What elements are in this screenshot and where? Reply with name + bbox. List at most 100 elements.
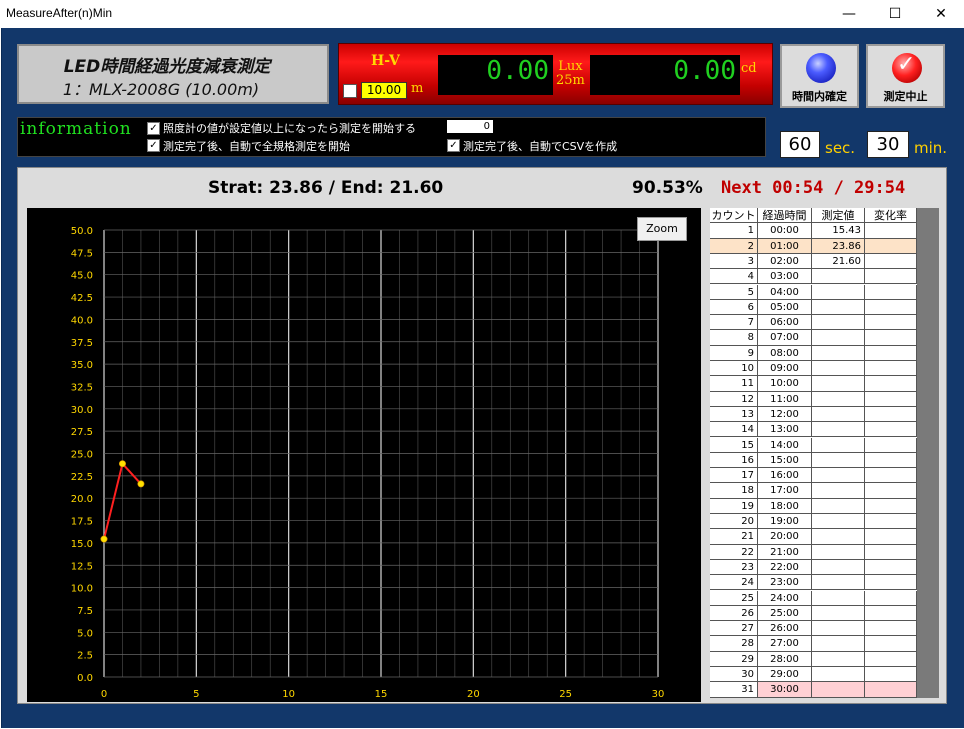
duration-minutes-input[interactable]: 30 xyxy=(867,131,909,158)
zoom-button[interactable]: Zoom xyxy=(637,217,687,241)
hv-label: H-V xyxy=(371,53,400,69)
table-cell: 22:00 xyxy=(758,559,812,576)
y-tick-label: 0.0 xyxy=(77,673,93,684)
table-cell xyxy=(812,406,865,423)
table-cell: 4 xyxy=(710,269,758,285)
table-cell xyxy=(812,452,865,469)
y-tick-label: 20.0 xyxy=(71,494,93,505)
x-tick-label: 15 xyxy=(375,689,388,700)
table-cell: 3 xyxy=(710,253,758,270)
minimize-button[interactable]: — xyxy=(826,0,872,28)
table-cell xyxy=(865,391,917,407)
table-cell xyxy=(812,468,865,484)
table-cell xyxy=(865,223,917,239)
interval-seconds-input[interactable]: 60 xyxy=(780,131,820,158)
table-cell xyxy=(812,361,865,377)
table-cell xyxy=(812,544,865,560)
red-check-icon: ✓ xyxy=(892,52,922,83)
table-cell: 21 xyxy=(710,529,758,545)
data-point xyxy=(100,535,108,543)
lux-value: 0.00 xyxy=(486,56,549,86)
table-cell xyxy=(812,651,865,667)
table-cell xyxy=(812,437,865,453)
table-cell xyxy=(865,468,917,484)
table-cell xyxy=(865,253,917,270)
table-cell xyxy=(865,376,917,392)
table-cell xyxy=(812,636,865,652)
table-cell: 25 xyxy=(710,590,758,606)
table-cell xyxy=(865,544,917,560)
table-cell xyxy=(812,498,865,514)
cd-unit: cd xyxy=(741,61,757,76)
confirm-in-time-button[interactable]: 時間内確定 xyxy=(780,44,859,108)
table-cell: 27:00 xyxy=(758,636,812,652)
table-cell xyxy=(865,299,917,316)
table-cell xyxy=(865,345,917,361)
hv-checkbox[interactable] xyxy=(343,84,357,98)
table-cell: 19 xyxy=(710,498,758,514)
minutes-unit: min. xyxy=(914,139,948,157)
x-tick-label: 20 xyxy=(467,689,480,700)
x-tick-label: 5 xyxy=(193,689,199,700)
table-cell xyxy=(812,299,865,316)
stop-button-label: 測定中止 xyxy=(883,90,928,103)
table-cell: 25:00 xyxy=(758,605,812,622)
table-cell: 29:00 xyxy=(758,667,812,683)
table-cell: 29 xyxy=(710,651,758,667)
stop-measurement-button[interactable]: ✓ 測定中止 xyxy=(866,44,945,108)
table-cell xyxy=(865,514,917,530)
x-tick-label: 0 xyxy=(101,689,107,700)
table-cell xyxy=(865,238,917,254)
table-header-2: 測定値 xyxy=(812,208,865,224)
maximize-button[interactable]: ☐ xyxy=(872,0,918,28)
table-cell: 15:00 xyxy=(758,452,812,469)
table-cell: 10:00 xyxy=(758,376,812,392)
option-auto-full-measure-checkbox[interactable]: ✓ xyxy=(147,139,160,152)
table-cell xyxy=(812,269,865,285)
table-cell: 18:00 xyxy=(758,498,812,514)
table-cell: 23.86 xyxy=(812,238,865,254)
option-start-threshold-checkbox[interactable]: ✓ xyxy=(147,122,160,135)
table-cell: 13 xyxy=(710,406,758,423)
distance-input[interactable]: 10.00 xyxy=(361,82,407,99)
table-cell: 21.60 xyxy=(812,253,865,270)
lux-display: 0.00 xyxy=(438,55,553,95)
table-cell xyxy=(812,682,865,698)
table-cell: 20:00 xyxy=(758,529,812,545)
table-header-0: カウント xyxy=(710,208,758,224)
close-button[interactable]: ✕ xyxy=(918,0,964,28)
y-tick-label: 32.5 xyxy=(71,382,93,393)
table-cell: 8 xyxy=(710,330,758,346)
table-cell xyxy=(812,345,865,361)
table-header-1: 経過時間 xyxy=(758,208,812,224)
y-tick-label: 2.5 xyxy=(77,651,93,662)
window-title-bar: MeasureAfter(n)Min — ☐ ✕ xyxy=(0,0,964,28)
table-scroll-area xyxy=(917,208,939,698)
table-cell: 07:00 xyxy=(758,330,812,346)
y-tick-label: 30.0 xyxy=(71,405,93,416)
table-cell: 11:00 xyxy=(758,391,812,407)
threshold-input[interactable]: 0 xyxy=(447,120,493,133)
table-cell: 06:00 xyxy=(758,315,812,331)
table-cell: 15 xyxy=(710,437,758,453)
title-line-2: 1：MLX-2008G (10.00m) xyxy=(62,80,260,99)
table-cell xyxy=(812,590,865,606)
table-cell: 7 xyxy=(710,315,758,331)
table-cell: 18 xyxy=(710,483,758,499)
table-cell: 04:00 xyxy=(758,284,812,300)
table-cell xyxy=(865,284,917,300)
y-tick-label: 37.5 xyxy=(71,338,93,349)
y-tick-label: 50.0 xyxy=(71,226,93,237)
table-cell xyxy=(812,514,865,530)
table-cell xyxy=(812,376,865,392)
table-cell: 12:00 xyxy=(758,406,812,423)
lux-unit-line1: Lux xyxy=(558,59,583,74)
option-auto-csv-checkbox[interactable]: ✓ xyxy=(447,139,460,152)
table-cell: 26:00 xyxy=(758,621,812,637)
title-line-1: LED時間経過光度減衰測定 xyxy=(63,57,271,77)
table-cell: 17 xyxy=(710,468,758,484)
table-cell xyxy=(865,269,917,285)
table-cell: 26 xyxy=(710,605,758,622)
table-cell: 20 xyxy=(710,514,758,530)
table-cell xyxy=(865,483,917,499)
